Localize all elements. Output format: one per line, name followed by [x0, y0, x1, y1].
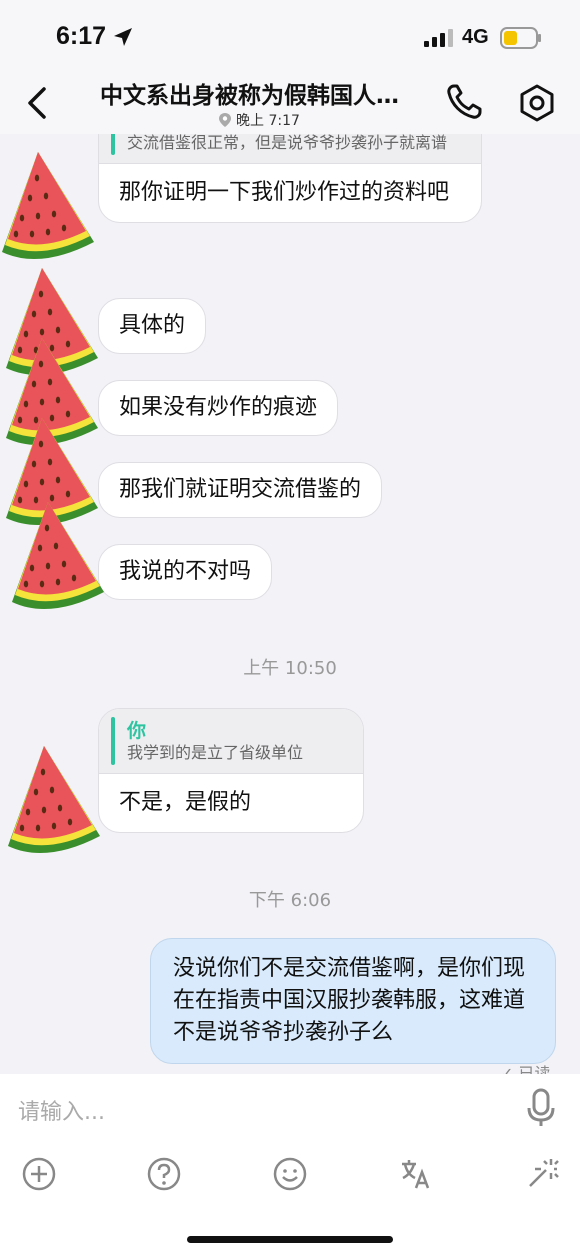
status-time: 6:17: [56, 22, 107, 50]
time-separator: 上午 10:50: [243, 658, 337, 679]
read-status-text: 已读: [518, 1064, 551, 1074]
quoted-author: 你: [127, 720, 147, 742]
battery-icon: [500, 27, 541, 49]
signal-icon: [424, 29, 453, 47]
message-bubble-1[interactable]: 交流借鉴很正常，但是说爷爷抄袭孙子就离谱 那你证明一下我们炒作过的资料吧: [98, 134, 482, 223]
message-text: 具体的: [119, 313, 186, 338]
message-text: 那我们就证明交流借鉴的: [119, 477, 362, 502]
message-text: 我说的不对吗: [119, 559, 252, 584]
microphone-icon[interactable]: [526, 1088, 556, 1128]
status-bar: 6:17 4G: [0, 0, 580, 72]
input-bar: 请输入...: [0, 1074, 580, 1255]
message-input[interactable]: 请输入...: [18, 1094, 105, 1126]
location-arrow-icon: [114, 28, 132, 46]
message-text: 如果没有炒作的痕迹: [119, 395, 318, 420]
message-bubble-6[interactable]: 你 我学到的是立了省级单位 不是，是假的: [98, 708, 364, 833]
time-separator: 下午 6:06: [248, 890, 332, 911]
message-list[interactable]: 交流借鉴很正常，但是说爷爷抄袭孙子就离谱 那你证明一下我们炒作过的资料吧 具体的…: [0, 134, 580, 1074]
add-icon[interactable]: [19, 1154, 59, 1194]
back-chevron-icon[interactable]: [24, 86, 52, 120]
location-pin-icon: [219, 113, 231, 127]
network-label: 4G: [462, 26, 489, 48]
message-bubble-4[interactable]: 那我们就证明交流借鉴的: [98, 462, 383, 518]
subtitle-text: 晚上 7:17: [236, 113, 300, 129]
quoted-text: 交流借鉴很正常，但是说爷爷抄袭孙子就离谱: [127, 134, 448, 152]
help-question-icon[interactable]: [144, 1154, 184, 1194]
message-text: 那你证明一下我们炒作过的资料吧: [119, 180, 450, 205]
quoted-message: 交流借鉴很正常，但是说爷爷抄袭孙子就离谱: [99, 134, 481, 164]
read-status: ✓ 已读: [500, 1060, 551, 1074]
magic-sparkle-icon[interactable]: [522, 1154, 562, 1194]
emoji-icon[interactable]: [270, 1154, 310, 1194]
chat-title[interactable]: 中文系出身被称为假韩国人…: [100, 76, 420, 110]
watermelon-avatar-icon: [8, 746, 100, 854]
message-bubble-2[interactable]: 具体的: [98, 298, 207, 354]
toolbar: [0, 1154, 580, 1198]
message-text: 没说你们不是交流借鉴啊，是你们现在在指责中国汉服抄袭韩服，这难道不是说爷爷抄袭孙…: [173, 956, 526, 1045]
quoted-text: 我学到的是立了省级单位: [127, 743, 304, 762]
chat-header: 中文系出身被称为假韩国人… 晚上 7:17: [0, 72, 580, 134]
phone-call-icon[interactable]: [444, 82, 484, 122]
quoted-message: 你 我学到的是立了省级单位: [99, 709, 363, 774]
message-text: 不是，是假的: [119, 790, 252, 815]
chat-subtitle: 晚上 7:17: [218, 110, 300, 130]
watermelon-avatar-icon: [12, 502, 104, 610]
translate-icon[interactable]: [396, 1154, 436, 1194]
message-bubble-5[interactable]: 我说的不对吗: [98, 544, 273, 600]
message-bubble-3[interactable]: 如果没有炒作的痕迹: [98, 380, 339, 436]
my-message-bubble[interactable]: 没说你们不是交流借鉴啊，是你们现在在指责中国汉服抄袭韩服，这难道不是说爷爷抄袭孙…: [150, 938, 556, 1064]
settings-gear-icon[interactable]: [518, 84, 556, 122]
home-indicator: [187, 1236, 393, 1243]
watermelon-avatar-icon: [2, 152, 94, 260]
